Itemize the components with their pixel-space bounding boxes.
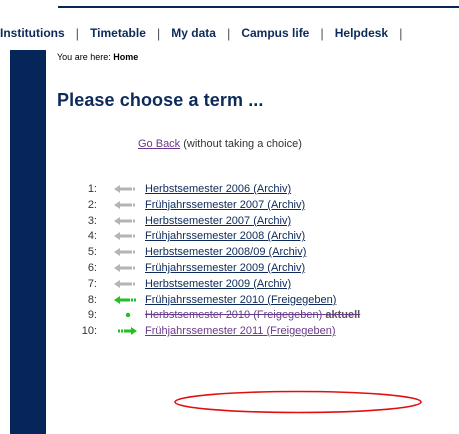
term-label: Herbstsemester 2006 (Archiv) bbox=[145, 183, 292, 195]
term-link[interactable]: Herbstsemester 2010 (Freigegeben) aktuel… bbox=[145, 309, 360, 321]
nav-helpdesk[interactable]: Helpdesk bbox=[335, 26, 388, 40]
term-number: 6: bbox=[87, 261, 97, 274]
breadcrumb-prefix: You are here: bbox=[57, 52, 111, 62]
term-link[interactable]: Herbstsemester 2007 (Archiv) bbox=[145, 215, 291, 227]
term-number: 8: bbox=[87, 293, 97, 306]
term-link[interactable]: Herbstsemester 2009 (Archiv) bbox=[145, 278, 291, 290]
go-back-note: (without taking a choice) bbox=[183, 138, 302, 150]
term-label: Frühjahrssemester 2008 (Archiv) bbox=[145, 230, 306, 243]
main-content: You are here: Home Please choose a term … bbox=[57, 52, 459, 414]
arrow-left-green-icon bbox=[114, 295, 136, 304]
term-label: Frühjahrssemester 2010 (Freigegeben) bbox=[145, 293, 337, 306]
term-label: Herbstsemester 2010 (Freigegeben) bbox=[145, 309, 323, 322]
nav-separator: | bbox=[75, 25, 80, 41]
term-number: 2: bbox=[87, 198, 97, 211]
term-number: 10: bbox=[81, 325, 97, 338]
arrow-left-gray-icon bbox=[114, 263, 135, 272]
term-number: 3: bbox=[87, 214, 97, 227]
term-label: Frühjahrssemester 2007 (Archiv) bbox=[145, 198, 306, 211]
term-label: Herbstsemester 2007 (Archiv) bbox=[145, 214, 292, 227]
main-nav: Institutions | Timetable | My data | Cam… bbox=[0, 25, 414, 41]
term-number: 1: bbox=[87, 183, 97, 195]
nav-separator: | bbox=[156, 25, 161, 41]
highlight-oval bbox=[174, 390, 422, 414]
term-number: 7: bbox=[87, 277, 97, 290]
nav-my-data[interactable]: My data bbox=[171, 26, 216, 40]
current-term-badge: aktuell bbox=[325, 309, 361, 322]
page-title: Please choose a term ... bbox=[57, 90, 264, 110]
term-link[interactable]: Herbstsemester 2006 (Archiv) bbox=[145, 183, 291, 195]
term-label: Herbstsemester 2009 (Archiv) bbox=[145, 277, 292, 290]
nav-separator: | bbox=[226, 25, 231, 41]
term-number: 9: bbox=[87, 309, 97, 322]
arrow-right-green-icon bbox=[118, 327, 137, 336]
nav-campus-life[interactable]: Campus life bbox=[241, 26, 309, 40]
term-label: Herbstsemester 2008/09 (Archiv) bbox=[145, 246, 307, 259]
nav-separator: | bbox=[399, 25, 403, 41]
arrow-left-gray-icon bbox=[114, 200, 135, 209]
term-number: 5: bbox=[87, 246, 97, 259]
go-back-link[interactable]: Go Back bbox=[138, 138, 180, 150]
term-label: Frühjahrssemester 2009 (Archiv) bbox=[145, 261, 306, 274]
nav-institutions[interactable]: Institutions bbox=[0, 26, 65, 40]
term-number: 4: bbox=[87, 230, 97, 243]
arrow-left-gray-icon bbox=[114, 279, 135, 288]
term-link[interactable]: Frühjahrssemester 2010 (Freigegeben) bbox=[145, 294, 336, 306]
arrow-left-gray-icon bbox=[114, 232, 135, 241]
arrow-left-gray-icon bbox=[114, 185, 135, 193]
term-link[interactable]: Frühjahrssemester 2008 (Archiv) bbox=[145, 230, 305, 242]
top-bar: Institutions | Timetable | My data | Cam… bbox=[0, 0, 459, 42]
breadcrumb: You are here: Home bbox=[57, 52, 459, 62]
term-link[interactable]: Frühjahrssemester 2007 (Archiv) bbox=[145, 199, 305, 211]
term-link[interactable]: Herbstsemester 2008/09 (Archiv) bbox=[145, 246, 306, 258]
arrow-left-gray-icon bbox=[114, 248, 135, 257]
nav-timetable[interactable]: Timetable bbox=[90, 26, 146, 40]
header-rule bbox=[58, 6, 459, 8]
arrow-left-gray-icon bbox=[114, 216, 135, 225]
go-back-row: Go Back (without taking a choice) bbox=[138, 138, 302, 150]
left-sidebar bbox=[10, 50, 46, 434]
term-link[interactable]: Frühjahrssemester 2009 (Archiv) bbox=[145, 262, 305, 274]
term-label: Frühjahrssemester 2011 (Freigegeben) bbox=[145, 325, 336, 338]
nav-separator: | bbox=[320, 25, 324, 41]
dot-green-icon bbox=[125, 313, 131, 318]
term-link[interactable]: Frühjahrssemester 2011 (Freigegeben) bbox=[145, 325, 336, 337]
breadcrumb-current[interactable]: Home bbox=[113, 52, 138, 62]
